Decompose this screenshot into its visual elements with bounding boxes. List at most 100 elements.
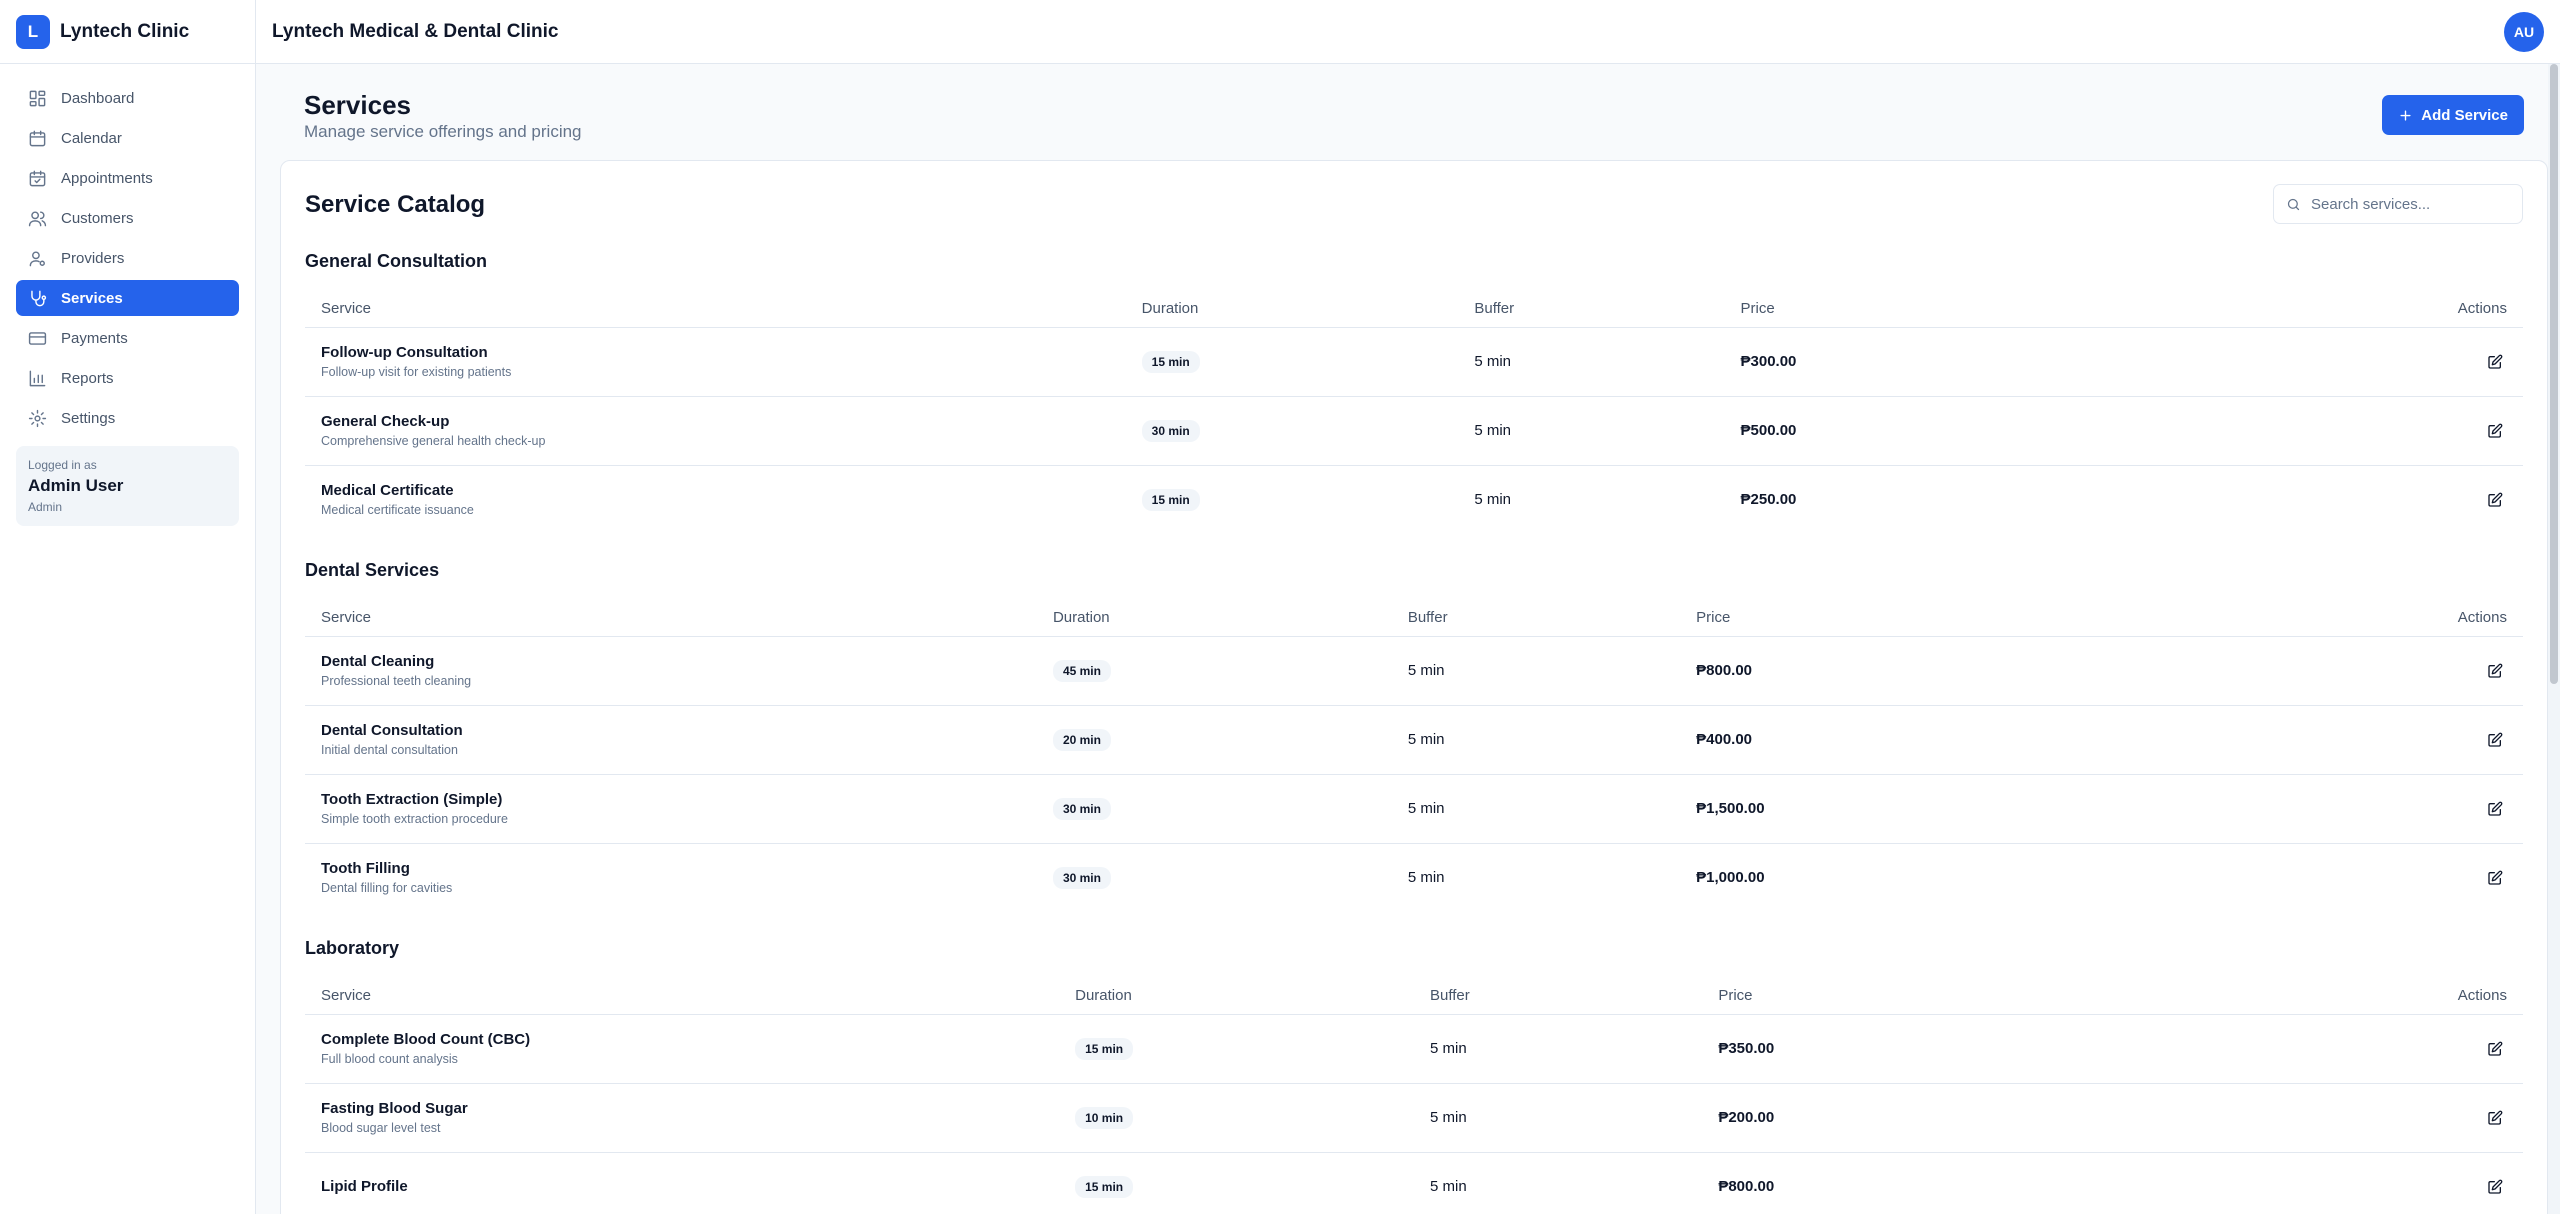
section-title: Dental Services — [305, 560, 440, 580]
edit-service-button[interactable] — [2483, 1175, 2507, 1199]
search-icon — [2287, 198, 2300, 210]
buffer-cell: 5 min — [1407, 869, 1445, 887]
edit-icon — [2488, 663, 2503, 678]
duration-cell: 10 min — [1059, 1083, 1414, 1153]
duration-cell: 30 min — [1036, 774, 1392, 844]
edit-service-button[interactable] — [2483, 866, 2507, 890]
table-row[interactable]: Dental Consultation Initial dental consul… — [305, 705, 2523, 775]
service-cell: General Check-up Comprehensive general he… — [305, 396, 1126, 466]
column-header-price[interactable]: Price — [1702, 978, 2302, 1015]
buffer-cell: 5 min — [1429, 1178, 1467, 1196]
sidebar-item-label: Reports — [61, 369, 114, 387]
sidebar-item-settings[interactable]: Settings — [16, 400, 239, 436]
duration-cell: 15 min — [1059, 1152, 1414, 1214]
brand-name: Lyntech Clinic — [60, 20, 190, 42]
table-row[interactable]: Follow-up Consultation Follow-up visit fo… — [305, 327, 2523, 397]
sidebar-item-customers[interactable]: Customers — [16, 200, 239, 236]
gear-icon — [28, 409, 47, 427]
service-description: Initial dental consultation — [321, 743, 458, 757]
duration-badge: 30 min — [1141, 419, 1200, 442]
edit-service-button[interactable] — [2483, 419, 2507, 443]
price-cell: ₱350.00 — [1702, 1014, 2302, 1084]
service-name: Tooth Filling — [321, 860, 410, 878]
price-cell: ₱800.00 — [1718, 1178, 1775, 1196]
edit-service-button[interactable] — [2483, 797, 2507, 821]
buffer-cell: 5 min — [1391, 636, 1681, 706]
page-header: Services Manage service offerings and pr… — [280, 64, 2524, 160]
add-service-button[interactable]: Add Service — [2382, 95, 2524, 135]
service-cell: Medical Certificate Medical certificate i… — [305, 465, 1126, 534]
table-row[interactable]: Dental Cleaning Professional teeth cleani… — [305, 636, 2523, 706]
table-row[interactable]: Lipid Profile 15 min 5 min ₱800.00 — [305, 1152, 2523, 1214]
sidebar-item-dashboard[interactable]: Dashboard — [16, 80, 239, 116]
scrollbar[interactable] — [2548, 64, 2560, 1214]
table-row[interactable]: General Check-up Comprehensive general he… — [305, 396, 2523, 466]
duration-badge: 15 min — [1141, 350, 1200, 373]
price-cell: ₱300.00 — [1724, 327, 2302, 397]
edit-service-button[interactable] — [2483, 350, 2507, 374]
service-name: General Check-up — [321, 413, 450, 430]
column-header-price[interactable]: Price — [1680, 600, 2302, 637]
edit-icon — [2488, 423, 2503, 438]
column-header-buffer[interactable]: Buffer — [1391, 600, 1681, 637]
price-cell: ₱1,500.00 — [1680, 774, 2302, 844]
table-row[interactable]: Complete Blood Count (CBC) Full blood cou… — [305, 1014, 2523, 1084]
edit-service-button[interactable] — [2483, 1106, 2507, 1130]
services-table: Service Duration Buffer Price Actions Dental … — [305, 600, 2523, 912]
table-row[interactable]: Fasting Blood Sugar Blood sugar level tes… — [305, 1083, 2523, 1153]
sidebar-item-appointments[interactable]: Appointments — [16, 160, 239, 196]
service-name: Lipid Profile — [321, 1178, 408, 1196]
providers-icon — [29, 250, 45, 266]
edit-service-button[interactable] — [2483, 1037, 2507, 1061]
duration-cell: 15 min — [1125, 327, 1459, 397]
actions-cell — [2301, 1152, 2523, 1214]
column-header-duration[interactable]: Duration — [1059, 978, 1414, 1015]
edit-service-button[interactable] — [2483, 488, 2507, 512]
duration-badge: 45 min — [1052, 659, 1111, 682]
avatar[interactable]: AU — [2504, 11, 2544, 52]
top-bar: Lyntech Medical & Dental Clinic AU — [256, 0, 2560, 64]
sidebar: L Lyntech Clinic Dashboard Calendar Appoin… — [0, 0, 256, 1214]
column-header-price[interactable]: Price — [1724, 291, 2302, 328]
table-row[interactable]: Tooth Extraction (Simple) Simple tooth ex… — [305, 774, 2523, 844]
column-header-buffer[interactable]: Buffer — [1413, 978, 1703, 1015]
column-header-service[interactable]: Service — [305, 291, 1126, 328]
sidebar-item-providers[interactable]: Providers — [16, 240, 239, 276]
service-description: Comprehensive general health check-up — [321, 434, 546, 448]
dashboard-icon — [29, 90, 46, 106]
column-header-actions: Actions — [2301, 978, 2523, 1015]
brand[interactable]: L Lyntech Clinic — [0, 0, 255, 64]
column-header-service[interactable]: Service — [305, 600, 1037, 637]
search-input[interactable] — [2311, 195, 2511, 213]
appointments-icon — [29, 170, 46, 186]
sidebar-item-calendar[interactable]: Calendar — [16, 120, 239, 156]
column-header-buffer[interactable]: Buffer — [1458, 291, 1725, 328]
service-sections: General Consultation Service Duration Buffe… — [305, 251, 2523, 1214]
column-header-service[interactable]: Service — [305, 978, 1060, 1015]
edit-service-button[interactable] — [2483, 659, 2507, 683]
service-name: Follow-up Consultation — [321, 344, 488, 361]
buffer-cell: 5 min — [1391, 774, 1681, 844]
duration-cell: 30 min — [1125, 396, 1459, 466]
sidebar-item-reports[interactable]: Reports — [16, 360, 239, 396]
table-row[interactable]: Tooth Filling Dental filling for cavities… — [305, 843, 2523, 912]
sidebar-item-services[interactable]: Services — [16, 280, 239, 316]
search-box[interactable] — [2273, 184, 2523, 224]
service-section: Dental Services Service Duration Buffer Pric… — [305, 560, 2523, 912]
column-header-duration[interactable]: Duration — [1036, 600, 1392, 637]
service-cell: Dental Cleaning Professional teeth cleani… — [305, 636, 1037, 706]
edit-service-button[interactable] — [2483, 728, 2507, 752]
page-subtitle: Manage service offerings and pricing — [304, 122, 582, 141]
table-row[interactable]: Medical Certificate Medical certificate i… — [305, 465, 2523, 534]
actions-cell — [2301, 636, 2523, 706]
column-header-duration[interactable]: Duration — [1125, 291, 1459, 328]
duration-badge: 30 min — [1052, 797, 1111, 820]
scrollbar-thumb[interactable] — [2550, 64, 2558, 684]
duration-badge: 20 min — [1052, 728, 1111, 751]
actions-cell — [2301, 774, 2523, 844]
sidebar-item-payments[interactable]: Payments — [16, 320, 239, 356]
service-cell: Lipid Profile — [305, 1152, 1059, 1214]
service-description: Dental filling for cavities — [321, 881, 453, 896]
sidebar-item-label: Settings — [61, 409, 116, 427]
price-cell: ₱1,000.00 — [1696, 869, 1765, 887]
